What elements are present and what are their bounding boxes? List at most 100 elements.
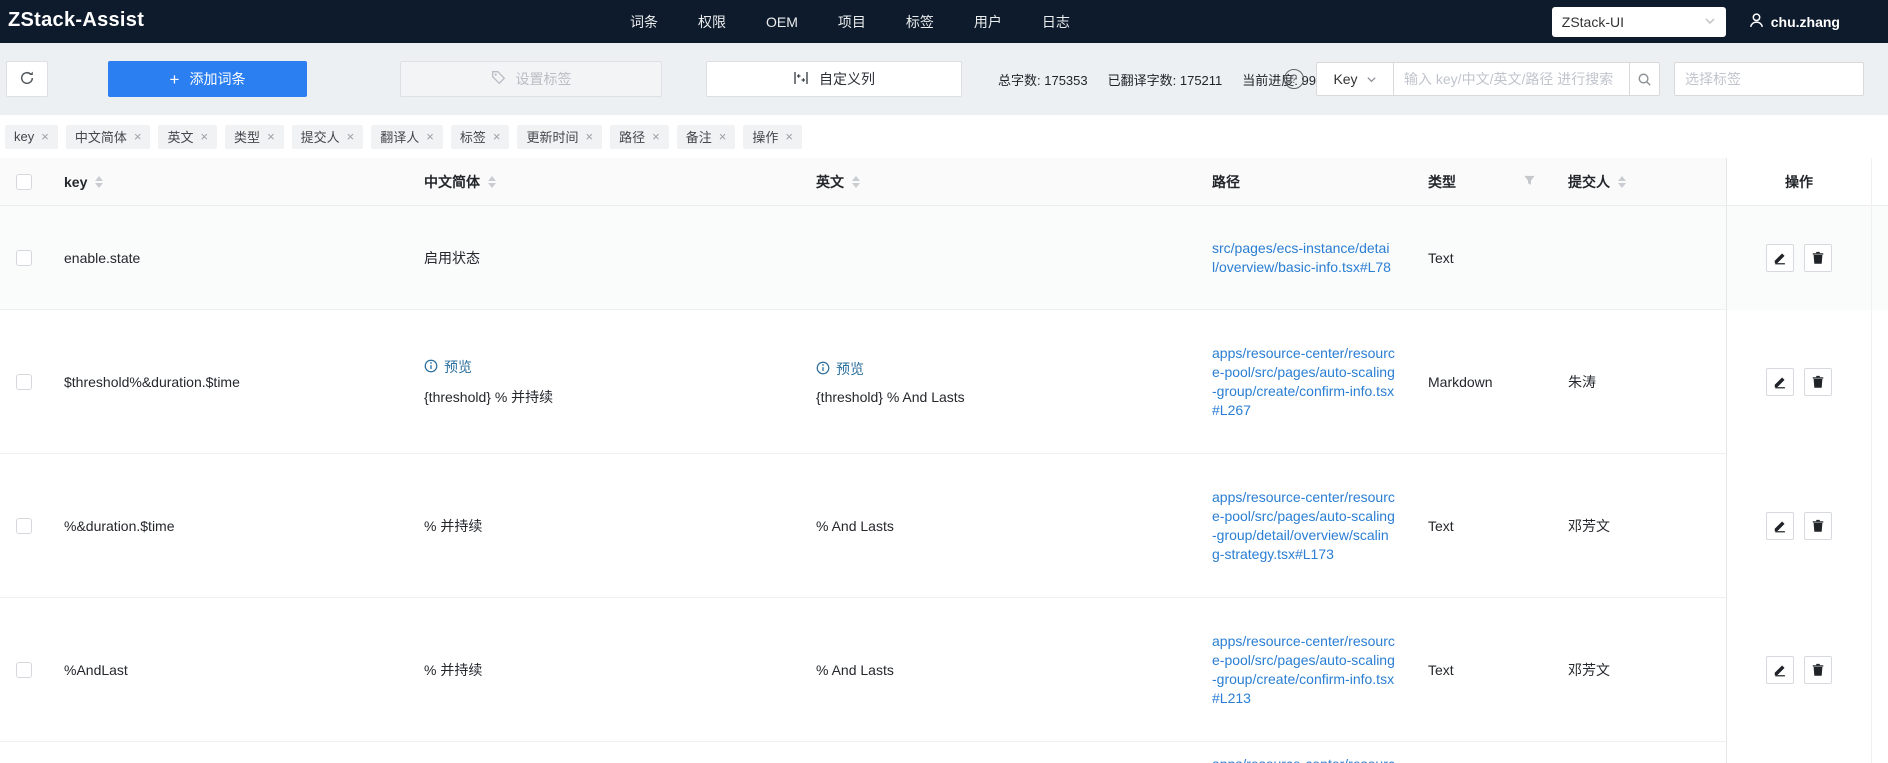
sort-icon[interactable] (1618, 175, 1626, 188)
edit-button[interactable] (1766, 244, 1794, 272)
search-field-select[interactable]: Key (1316, 62, 1394, 96)
refresh-button[interactable] (6, 61, 48, 97)
user-menu[interactable]: chu.zhang (1748, 12, 1840, 32)
row-checkbox[interactable] (16, 518, 32, 534)
cell-text: {threshold} % And Lasts (816, 389, 965, 405)
filter-tag-label: 备注 (685, 130, 712, 145)
row-gutter-cell (1872, 454, 1888, 598)
search-input[interactable] (1394, 62, 1630, 96)
nav-item-1[interactable]: 权限 (698, 12, 726, 32)
close-icon[interactable]: × (586, 130, 594, 143)
close-icon[interactable]: × (785, 130, 793, 143)
filter-tag-4: 提交人 × (291, 124, 364, 149)
close-icon[interactable]: × (267, 130, 275, 143)
filter-funnel-icon[interactable] (1523, 174, 1536, 190)
nav-item-5[interactable]: 用户 (974, 12, 1002, 32)
nav-item-0[interactable]: 词条 (630, 12, 658, 32)
custom-columns-button[interactable]: 自定义列 (706, 61, 962, 97)
set-tag-label: 设置标签 (515, 71, 572, 87)
add-entry-label: 添加词条 (189, 71, 246, 87)
cell-zh: 预览 {threshold} % 并持续 (408, 310, 800, 454)
close-icon[interactable]: × (652, 130, 660, 143)
path-link[interactable]: apps/resource-center/resource-pool/src/p… (1212, 755, 1396, 763)
close-icon[interactable]: × (200, 130, 208, 143)
row-checkbox-cell (0, 206, 48, 310)
nav-item-6[interactable]: 日志 (1042, 12, 1070, 32)
cell-type: Text (1428, 518, 1454, 534)
delete-button[interactable] (1804, 656, 1832, 684)
filter-bar: key × 中文简体 × 英文 × 类型 × 提交人 × 翻译人 × 标签 × 更新时间 × 路径 × 备注 × 操作 × (0, 115, 1888, 158)
project-select[interactable]: ZStack-UI (1551, 6, 1726, 37)
sort-desc-icon (1618, 182, 1626, 188)
filter-tag-0: key × (5, 124, 58, 149)
sort-icon[interactable] (95, 175, 104, 188)
user-name: chu.zhang (1770, 13, 1840, 30)
path-link[interactable]: apps/resource-center/resource-pool/src/p… (1212, 344, 1396, 420)
nav-item-2[interactable]: OEM (766, 14, 798, 30)
column-header-actions: 操作 (1726, 158, 1872, 205)
row-checkbox[interactable] (16, 250, 32, 266)
column-header-submitter[interactable]: 提交人 (1552, 158, 1726, 205)
close-icon[interactable]: × (426, 130, 434, 143)
column-header-en[interactable]: 英文 (800, 158, 1196, 205)
path-link[interactable]: apps/resource-center/resource-pool/src/p… (1212, 488, 1396, 564)
cell-key: enable.state (64, 250, 141, 266)
cell-path: apps/resource-center/resource-pool/src/p… (1196, 742, 1412, 763)
path-link[interactable]: apps/resource-center/resource-pool/src/p… (1212, 632, 1396, 708)
stat-label: 已翻译字数: (1107, 72, 1180, 88)
cell-text: {threshold} % 并持续 (424, 389, 554, 405)
add-entry-button[interactable]: + 添加词条 (108, 61, 307, 97)
row-checkbox[interactable] (16, 374, 32, 390)
sort-asc-icon (488, 175, 496, 181)
search-button[interactable] (1630, 62, 1660, 96)
row-gutter-cell (1872, 310, 1888, 454)
edit-button[interactable] (1766, 656, 1794, 684)
edit-button[interactable] (1766, 512, 1794, 540)
search-icon (1638, 73, 1651, 86)
help-icon[interactable]: ? (1284, 69, 1304, 89)
cell-en: % And Lasts (800, 598, 1196, 742)
row-checkbox[interactable] (16, 662, 32, 678)
delete-button[interactable] (1804, 512, 1832, 540)
close-icon[interactable]: × (493, 130, 501, 143)
delete-button[interactable] (1804, 244, 1832, 272)
path-link[interactable]: src/pages/ecs-instance/detail/overview/b… (1212, 239, 1396, 277)
select-all-checkbox[interactable] (16, 173, 32, 190)
column-header-type[interactable]: 类型 (1412, 158, 1552, 205)
tag-select-input[interactable]: 选择标签 (1674, 62, 1864, 96)
close-icon[interactable]: × (719, 130, 727, 143)
filter-tag-6: 标签 × (450, 124, 510, 149)
row-checkbox-cell (0, 454, 48, 598)
edit-button[interactable] (1766, 368, 1794, 396)
table-row: $threshold%&duration.$time 预览 {threshold} … (0, 310, 1888, 454)
custom-columns-label: 自定义列 (819, 71, 875, 87)
preview-link[interactable]: 预览 (424, 357, 472, 377)
cell-actions (1726, 742, 1872, 763)
cell-submitter: 朱涛 (1568, 374, 1596, 390)
sort-icon[interactable] (488, 175, 496, 188)
close-icon[interactable]: × (41, 130, 49, 143)
close-icon[interactable]: × (347, 130, 355, 143)
cell-path: apps/resource-center/resource-pool/src/p… (1196, 598, 1412, 742)
navbar-right: ZStack-UI chu.zhang (1551, 0, 1840, 43)
column-header-zh[interactable]: 中文简体 (408, 158, 800, 205)
cell-en (800, 206, 1196, 310)
row-checkbox-cell (0, 310, 48, 454)
cell-en: % And Lasts (800, 454, 1196, 598)
plus-icon: + (169, 69, 180, 89)
scrollbar-gutter-line (1871, 158, 1872, 763)
close-icon[interactable]: × (134, 130, 142, 143)
search-group: Key (1316, 62, 1660, 96)
cell-submitter: 邓芳文 (1568, 662, 1610, 678)
filter-tag-label: 英文 (167, 130, 194, 145)
preview-link[interactable]: 预览 (816, 359, 864, 379)
nav-item-3[interactable]: 项目 (838, 12, 866, 32)
stat-label: 总字数: (998, 72, 1045, 88)
column-header-key[interactable]: key (48, 158, 408, 205)
delete-button[interactable] (1804, 368, 1832, 396)
set-tag-button[interactable]: 设置标签 (400, 61, 662, 97)
sort-icon[interactable] (852, 175, 860, 188)
cell-key: $threshold%&duration.$time (64, 374, 240, 390)
filter-tag-label: 中文简体 (74, 130, 127, 145)
nav-item-4[interactable]: 标签 (906, 12, 934, 32)
